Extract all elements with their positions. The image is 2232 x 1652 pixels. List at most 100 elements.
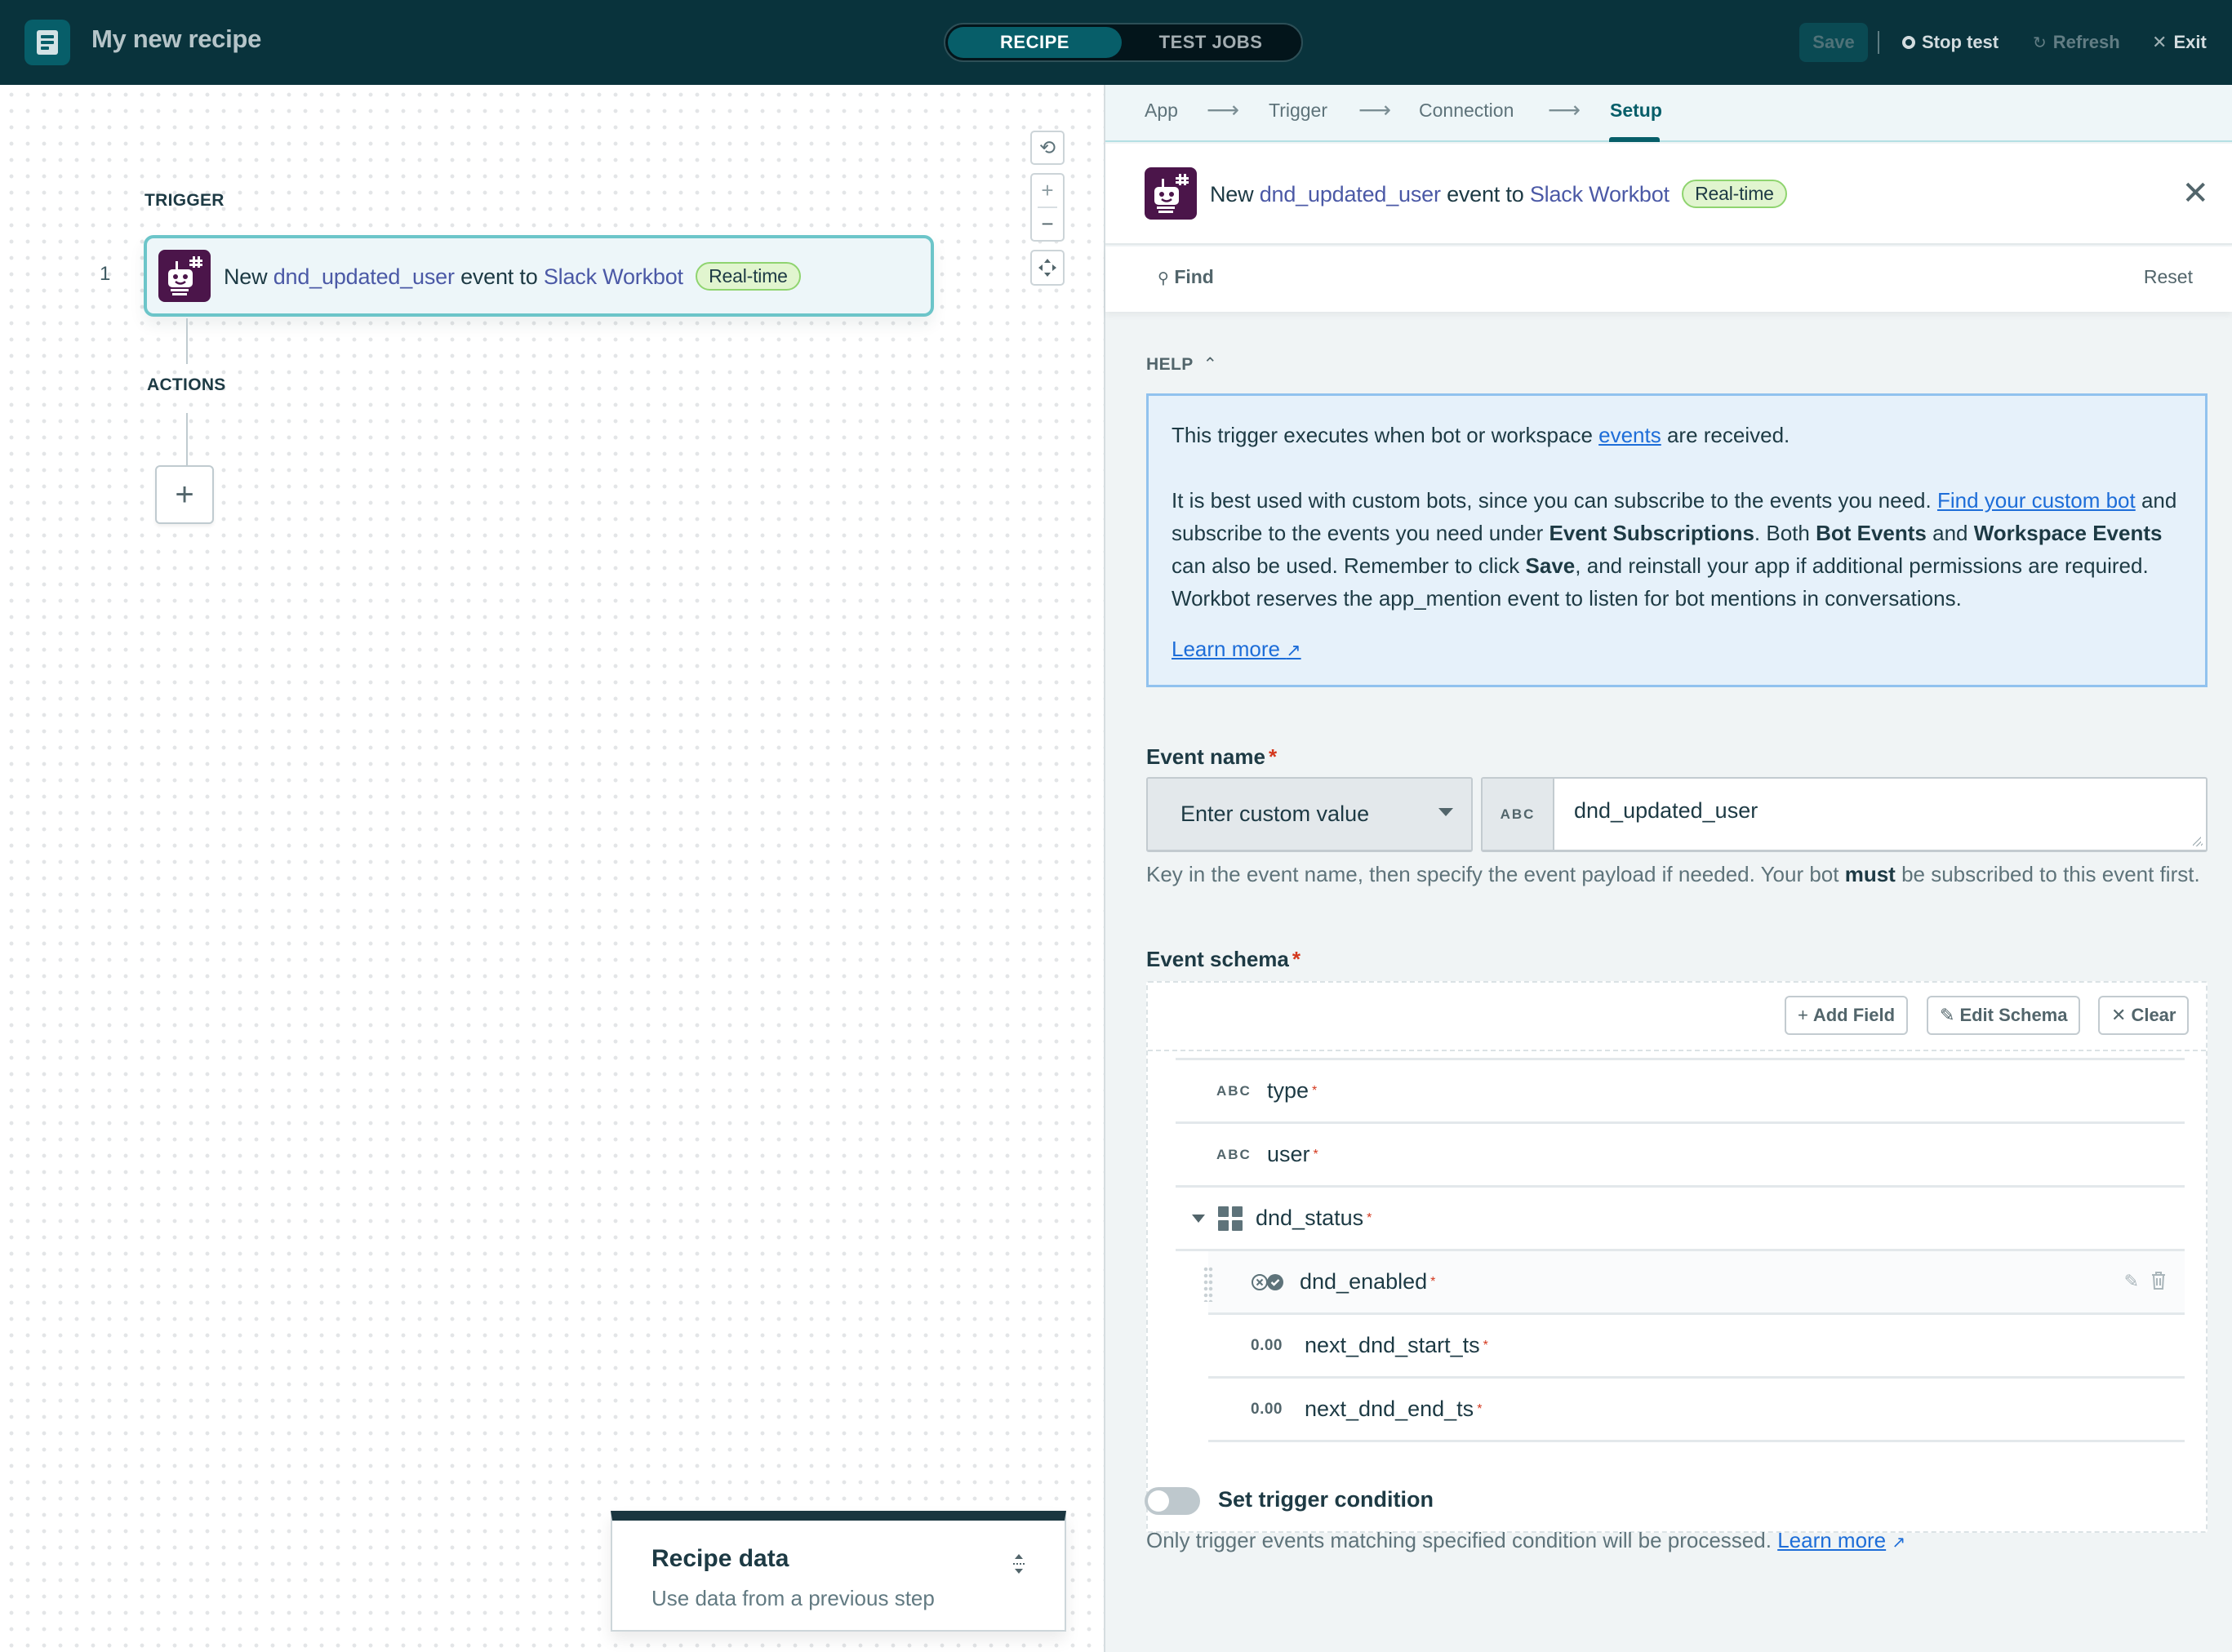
learn-more-link[interactable]: Learn more <box>1777 1528 1886 1552</box>
schema-field-row[interactable]: 0.00 next_dnd_end_ts * <box>1208 1379 2185 1442</box>
step-connector <box>186 318 188 364</box>
button-label: Clear <box>2131 1005 2176 1025</box>
find-button[interactable]: ⚲ Find <box>1158 266 1214 288</box>
event-schema-editor: + Add Field ✎ Edit Schema ✕ Clear ABC type *… <box>1146 981 2208 1533</box>
expand-collapse-icon[interactable] <box>1011 1552 1027 1576</box>
schema-field-row[interactable]: ABC user * <box>1176 1124 2185 1188</box>
mode-switch: RECIPE TEST JOBS <box>944 23 1303 62</box>
slack-workbot-icon <box>1145 167 1197 220</box>
schema-field-row[interactable]: dnd_status * <box>1176 1188 2185 1251</box>
zoom-in-button[interactable]: + <box>1032 175 1063 206</box>
top-bar: My new recipe RECIPE TEST JOBS Save Stop… <box>0 0 2232 85</box>
edit-field-icon[interactable]: ✎ <box>2124 1271 2139 1292</box>
field-name: dnd_status <box>1256 1206 1364 1230</box>
expand-caret-icon[interactable] <box>1192 1214 1205 1223</box>
stop-test-button[interactable]: Stop test <box>1902 23 1999 62</box>
hint-text: Only trigger events matching specified c… <box>1146 1528 1772 1552</box>
toggle-knob <box>1148 1490 1169 1512</box>
breadcrumb-setup[interactable]: Setup <box>1610 100 1662 122</box>
stop-circle-icon <box>1902 36 1915 49</box>
fit-to-screen-button[interactable] <box>1030 250 1065 286</box>
trigger-step-card[interactable]: New dnd_updated_user event to Slack Work… <box>144 235 934 317</box>
realtime-badge: Real-time <box>696 261 801 291</box>
wizard-breadcrumb: App ⟶ Trigger ⟶ Connection ⟶ Setup <box>1105 85 2232 142</box>
step-app-name: Slack Workbot <box>543 264 683 289</box>
exit-button[interactable]: ✕ Exit <box>2152 23 2207 62</box>
step-prefix: New <box>1210 181 1254 206</box>
schema-field-row[interactable]: dnd_enabled * ✎ <box>1203 1251 2185 1315</box>
help-toggle[interactable]: HELP ⌃ <box>1146 354 1217 375</box>
required-asterisk: * <box>1312 1083 1318 1098</box>
tab-test-jobs[interactable]: TEST JOBS <box>1122 27 1300 58</box>
arrow-right-icon: ⟶ <box>1548 97 1581 122</box>
label-text: Event name <box>1146 744 1265 769</box>
recipe-data-subtitle: Use data from a previous step <box>651 1586 935 1610</box>
recipe-document-icon <box>24 20 70 65</box>
close-icon: ✕ <box>2152 32 2168 52</box>
add-step-button[interactable]: + <box>155 465 214 524</box>
button-label: Add Field <box>1812 1005 1896 1025</box>
field-name: dnd_enabled <box>1300 1269 1428 1294</box>
resize-handle[interactable] <box>2193 837 2203 846</box>
arrow-right-icon: ⟶ <box>1358 97 1392 122</box>
reset-button[interactable]: Reset <box>2144 266 2193 288</box>
refresh-button[interactable]: ↻ Refresh <box>2033 23 2120 62</box>
drag-handle[interactable] <box>1203 1266 1213 1302</box>
save-button[interactable]: Save <box>1799 23 1868 62</box>
field-name: type <box>1267 1078 1309 1103</box>
hint-text: be subscribed to this event first. <box>1895 862 2200 886</box>
help-box: This trigger executes when bot or worksp… <box>1146 393 2208 687</box>
required-asterisk: * <box>1313 1147 1318 1161</box>
external-link-icon: ↗ <box>1892 1534 1906 1552</box>
tab-recipe[interactable]: RECIPE <box>948 27 1122 58</box>
chevron-up-icon: ⌃ <box>1203 355 1218 374</box>
help-text: It is best used with custom bots, since … <box>1172 488 1937 513</box>
trigger-condition-label: Set trigger condition <box>1218 1487 1434 1512</box>
zoom-controls: + − <box>1030 173 1065 242</box>
events-link[interactable]: events <box>1598 423 1661 447</box>
reset-view-button[interactable]: ⟲ <box>1030 131 1065 165</box>
reset-view-icon: ⟲ <box>1038 136 1056 159</box>
event-name-mode-select[interactable]: Enter custom value <box>1146 777 1473 852</box>
required-asterisk: * <box>1483 1338 1488 1352</box>
clear-schema-button[interactable]: ✕ Clear <box>2098 996 2190 1035</box>
arrow-right-icon: ⟶ <box>1207 97 1240 122</box>
select-value: Enter custom value <box>1180 802 1370 826</box>
required-asterisk: * <box>1477 1401 1483 1416</box>
caret-down-icon <box>1438 808 1453 816</box>
help-paragraph: This trigger executes when bot or worksp… <box>1172 419 2182 451</box>
exit-label: Exit <box>2173 32 2207 52</box>
event-name-input[interactable]: ABC dnd_updated_user <box>1481 777 2208 852</box>
breadcrumb-connection[interactable]: Connection <box>1419 100 1514 122</box>
label-text: Event schema <box>1146 947 1289 971</box>
find-bar: ⚲ Find Reset <box>1105 246 2232 312</box>
recipe-canvas[interactable] <box>0 85 1104 1652</box>
zoom-out-button[interactable]: − <box>1032 208 1063 240</box>
trigger-condition-toggle[interactable] <box>1145 1487 1200 1515</box>
breadcrumb-trigger[interactable]: Trigger <box>1269 100 1327 122</box>
string-type-icon: ABC <box>1216 1082 1252 1099</box>
recipe-title[interactable]: My new recipe <box>91 24 261 54</box>
number-type-icon: 0.00 <box>1251 1336 1283 1354</box>
delete-field-icon[interactable] <box>2150 1271 2167 1290</box>
breadcrumb-app[interactable]: App <box>1145 100 1178 122</box>
recipe-data-panel[interactable]: Recipe data Use data from a previous ste… <box>611 1511 1066 1632</box>
hint-bold: must <box>1844 862 1896 886</box>
close-panel-button[interactable]: ✕ <box>2181 175 2209 212</box>
step-middle-text: event to <box>1447 181 1524 206</box>
active-tab-indicator <box>1609 137 1660 142</box>
field-name: next_dnd_start_ts <box>1305 1333 1480 1357</box>
slack-workbot-icon <box>158 250 211 302</box>
schema-field-row[interactable]: ABC type * <box>1176 1060 2185 1124</box>
header-divider <box>1878 31 1879 54</box>
help-text: are received. <box>1661 423 1790 447</box>
recipe-data-title: Recipe data <box>651 1545 789 1572</box>
help-bold: Bot Events <box>1816 521 1927 545</box>
learn-more-link[interactable]: Learn more ↗ <box>1172 633 1301 667</box>
add-field-button[interactable]: + Add Field <box>1785 996 1909 1035</box>
find-custom-bot-link[interactable]: Find your custom bot <box>1937 488 2136 513</box>
help-heading: HELP <box>1146 355 1194 374</box>
schema-field-row[interactable]: 0.00 next_dnd_start_ts * <box>1208 1315 2185 1379</box>
edit-schema-button[interactable]: ✎ Edit Schema <box>1927 996 2081 1035</box>
schema-toolbar: + Add Field ✎ Edit Schema ✕ Clear <box>1148 983 2206 1051</box>
